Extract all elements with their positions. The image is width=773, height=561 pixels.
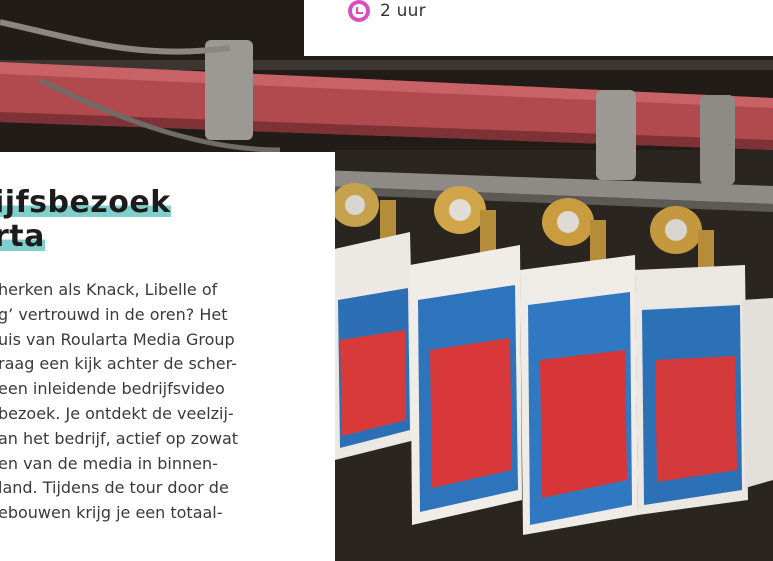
body-line: land. Tijdens de tour door de [0, 478, 229, 498]
article-body: herken als Knack, Libelle of g’ vertrouw… [0, 278, 318, 526]
clock-icon [348, 0, 370, 22]
body-line: raag een kijk achter de scher- [0, 354, 237, 374]
body-line: g’ vertrouwd in de oren? Het [0, 304, 228, 324]
body-line: en van de media in binnen- [0, 453, 218, 473]
article-title-line-1: ijfsbezoek [0, 185, 171, 220]
article-card: ijfsbezoek rta herken als Knack, Libelle… [0, 152, 335, 561]
body-line: bezoek. Je ontdekt de veelzij- [0, 403, 234, 423]
article-title-text-2: rta [0, 219, 45, 254]
duration: 2 uur [348, 0, 426, 22]
body-line: ebouwen krijg je een totaal- [0, 503, 223, 523]
body-line: een inleidende bedrijfsvideo [0, 379, 225, 399]
body-line: herken als Knack, Libelle of [0, 280, 218, 299]
body-line: an het bedrijf, actief op zowat [0, 428, 239, 448]
article-title-line-2: rta [0, 219, 45, 254]
duration-text: 2 uur [380, 1, 426, 21]
article-title-text-1: ijfsbezoek [0, 185, 171, 220]
body-line: uis van Roularta Media Group [0, 329, 235, 349]
